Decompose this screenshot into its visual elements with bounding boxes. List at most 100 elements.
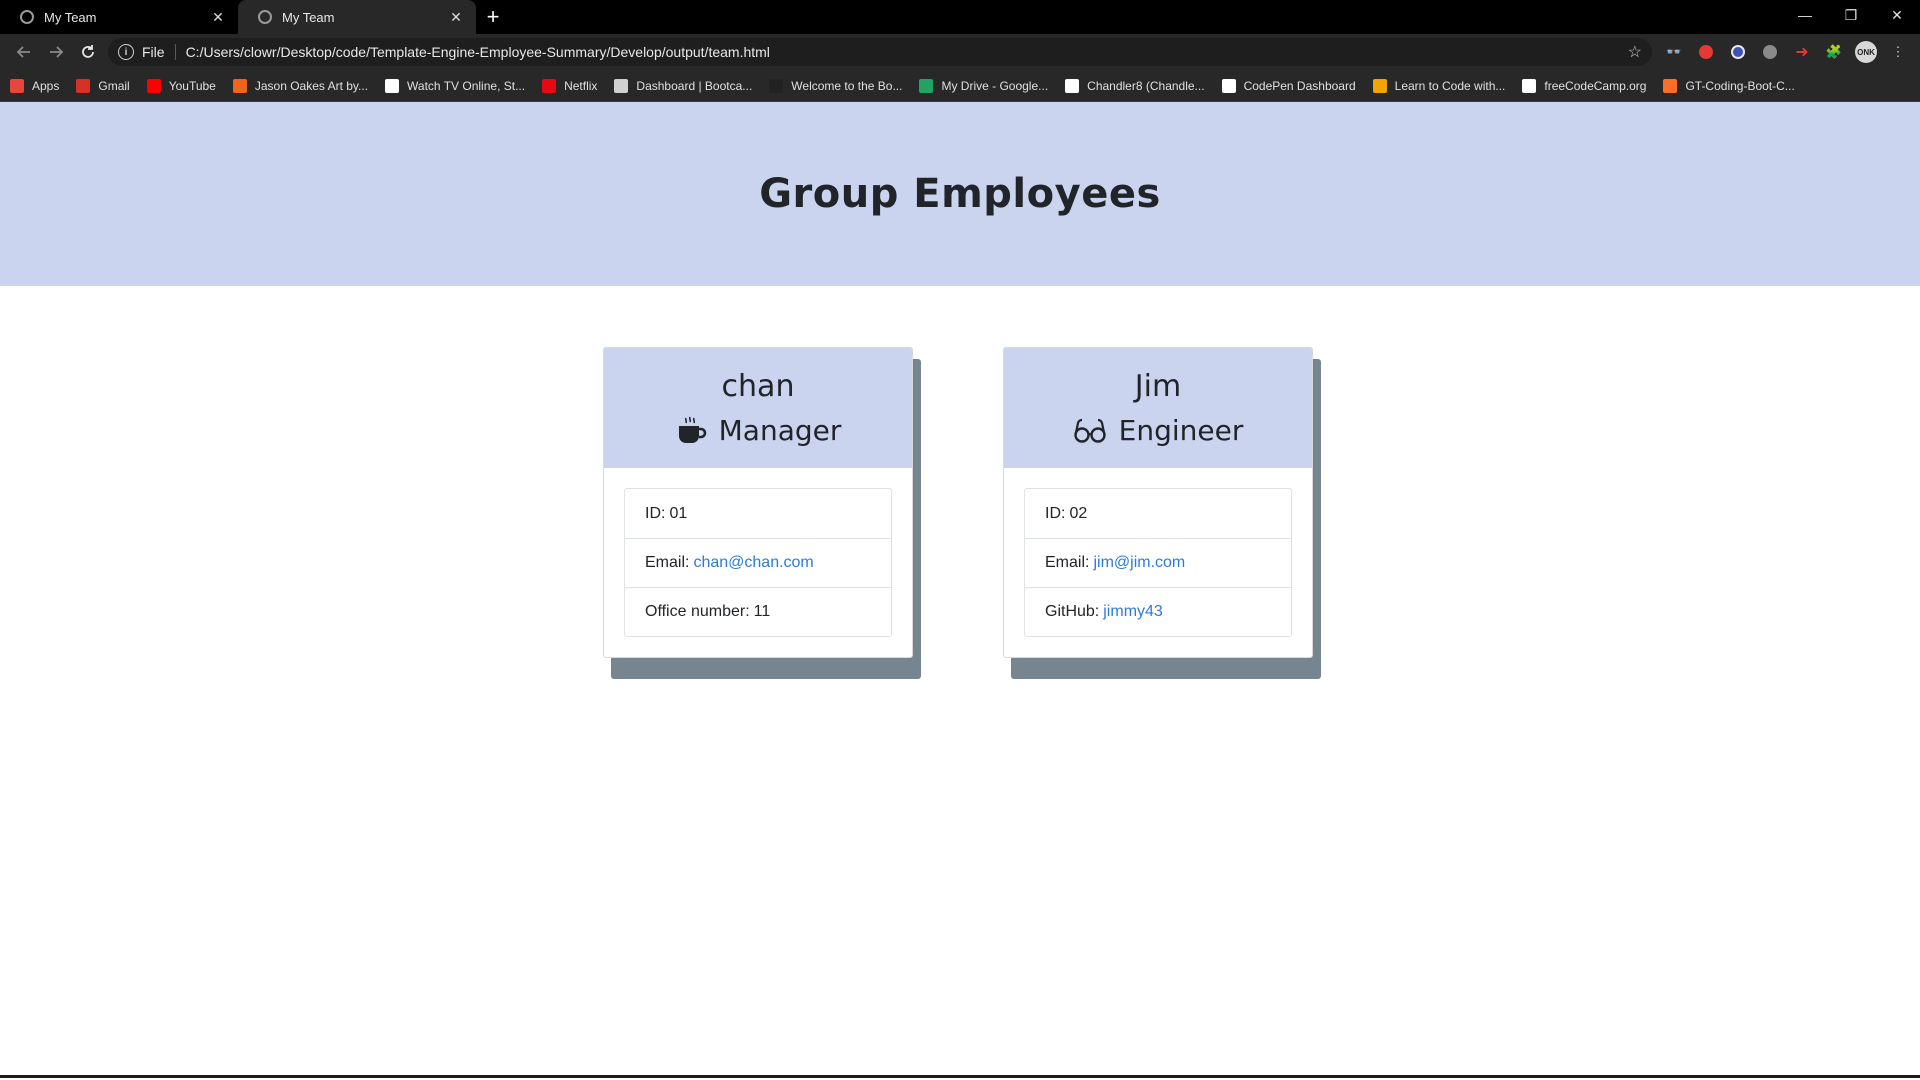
puzzle-icon[interactable]: 🧩 <box>1820 38 1848 66</box>
url-text[interactable]: C:/Users/clowr/Desktop/code/Template-Eng… <box>186 44 1628 60</box>
apps-grid-icon <box>10 78 24 93</box>
id-label: ID: <box>1045 504 1066 522</box>
card: chan Manager ID: 01 Email: chan@chan.com… <box>603 347 913 658</box>
email-label: Email: <box>645 554 690 571</box>
role-label: Engineer <box>1118 414 1244 447</box>
bookmark-item[interactable]: YouTube <box>146 78 216 93</box>
id-value: 02 <box>1069 504 1088 522</box>
bookmark-item[interactable]: Learn to Code with... <box>1372 78 1506 93</box>
info-icon[interactable]: i <box>118 44 134 60</box>
forward-button[interactable] <box>40 36 72 68</box>
profile-avatar[interactable]: ONK <box>1852 38 1880 66</box>
new-tab-button[interactable]: + <box>476 0 510 34</box>
github-label: GitHub: <box>1045 603 1100 620</box>
window-controls: — ❐ ✕ <box>1782 0 1920 34</box>
google-drive-icon <box>919 78 934 93</box>
close-tab-icon[interactable]: ✕ <box>210 9 226 26</box>
globe-icon <box>20 10 34 24</box>
freecodecamp-icon <box>1522 78 1537 93</box>
extensions-area: 👓 ➜ 🧩 ONK ⋮ <box>1660 38 1912 66</box>
tab-strip: My Team ✕ My Team ✕ + — ❐ ✕ <box>0 0 1920 34</box>
close-tab-icon[interactable]: ✕ <box>448 9 464 26</box>
browser-tab[interactable]: My Team ✕ <box>0 0 238 34</box>
bookmark-item[interactable]: Welcome to the Bo... <box>769 78 903 93</box>
arrow-extension-icon[interactable]: ➜ <box>1788 38 1816 66</box>
drive-extension-icon[interactable] <box>1756 38 1784 66</box>
github-icon <box>1065 78 1080 93</box>
bookmark-label: Learn to Code with... <box>1394 78 1506 93</box>
url-scheme: File <box>142 44 176 60</box>
email-label: Email: <box>1045 554 1090 571</box>
red-extension-icon[interactable] <box>1692 38 1720 66</box>
header-jumbotron: Group Employees <box>0 102 1920 286</box>
star-icon[interactable]: ☆ <box>1628 42 1642 62</box>
browser-toolbar: i File C:/Users/clowr/Desktop/code/Templ… <box>0 34 1920 70</box>
email-link[interactable]: chan@chan.com <box>693 554 813 572</box>
bookmark-label: Watch TV Online, St... <box>407 78 526 93</box>
blocker-extension-icon[interactable] <box>1724 38 1752 66</box>
close-window-icon[interactable]: ✕ <box>1874 0 1920 30</box>
bookmark-item[interactable]: CodePen Dashboard <box>1221 78 1356 93</box>
list-item-id: ID: 01 <box>625 489 891 538</box>
list-item-id: ID: 02 <box>1025 489 1291 538</box>
gmail-icon <box>76 78 91 93</box>
bookmark-label: Jason Oakes Art by... <box>254 78 369 93</box>
tab-title: My Team <box>44 9 97 25</box>
info-list: ID: 02 Email: jim@jim.com GitHub: jimmy4… <box>1024 488 1292 637</box>
list-item-email: Email: chan@chan.com <box>625 538 891 587</box>
bookmarks-bar: Apps Gmail YouTube Jason Oakes Art by... Wat… <box>0 70 1920 102</box>
bookmark-item[interactable]: My Drive - Google... <box>919 78 1048 93</box>
restore-icon[interactable]: ❐ <box>1828 0 1874 30</box>
bookmark-label: Welcome to the Bo... <box>791 78 903 93</box>
card-body: ID: 01 Email: chan@chan.com Office numbe… <box>604 468 912 657</box>
bookmark-label: CodePen Dashboard <box>1243 78 1356 93</box>
bookmark-item[interactable]: Chandler8 (Chandle... <box>1065 78 1205 93</box>
codepen-icon <box>1221 78 1236 93</box>
role-label: Manager <box>718 414 842 447</box>
bookmark-item[interactable]: freeCodeCamp.org <box>1522 78 1647 93</box>
github-link[interactable]: jimmy43 <box>1103 603 1163 621</box>
email-link[interactable]: jim@jim.com <box>1093 554 1185 572</box>
employee-role: Engineer <box>1073 414 1244 447</box>
card-header: Jim Engineer <box>1004 348 1312 468</box>
bookmark-item[interactable]: Jason Oakes Art by... <box>232 78 369 93</box>
bookmark-item[interactable]: Watch TV Online, St... <box>385 78 526 93</box>
gitlab-icon <box>1663 78 1678 93</box>
coffee-mug-icon <box>675 415 707 447</box>
office-value: 11 <box>753 603 771 620</box>
info-list: ID: 01 Email: chan@chan.com Office numbe… <box>624 488 892 637</box>
bookmark-item[interactable]: Dashboard | Bootca... <box>614 78 752 93</box>
page-title: Group Employees <box>759 171 1161 217</box>
minimize-icon[interactable]: — <box>1782 0 1828 30</box>
reload-icon <box>82 45 94 58</box>
address-bar[interactable]: i File C:/Users/clowr/Desktop/code/Templ… <box>108 38 1652 66</box>
id-value: 01 <box>669 504 688 522</box>
list-item-email: Email: jim@jim.com <box>1025 538 1291 587</box>
bookmark-item[interactable]: GT-Coding-Boot-C... <box>1663 78 1795 93</box>
etsy-icon <box>232 78 247 93</box>
browser-tab-active[interactable]: My Team ✕ <box>238 0 476 34</box>
card-header: chan Manager <box>604 348 912 468</box>
bookmark-item[interactable]: Netflix <box>542 78 597 93</box>
employee-cards: chan Manager ID: 01 Email: chan@chan.com… <box>0 347 1920 679</box>
back-button[interactable] <box>8 36 40 68</box>
glasses-extension-icon[interactable]: 👓 <box>1660 38 1688 66</box>
list-item-github: GitHub: jimmy43 <box>1025 587 1291 636</box>
page-content: Group Employees chan Manager ID: 01 Emai… <box>0 102 1920 1078</box>
card: Jim Engineer ID: 02 Email: jim@jim.com G… <box>1003 347 1313 658</box>
reload-button[interactable] <box>72 36 104 68</box>
bottom-border <box>0 1075 1920 1078</box>
x-icon <box>385 78 400 93</box>
code-icon <box>1372 78 1387 93</box>
book-icon <box>769 78 784 93</box>
bookmark-label: YouTube <box>168 78 216 93</box>
employee-name: chan <box>721 369 795 404</box>
bookmark-item[interactable]: Apps <box>10 78 59 93</box>
globe-icon <box>614 78 629 93</box>
youtube-icon <box>146 78 161 93</box>
list-item-office: Office number: 11 <box>625 587 891 636</box>
bookmark-label: freeCodeCamp.org <box>1544 78 1647 93</box>
bookmark-item[interactable]: Gmail <box>76 78 130 93</box>
office-label: Office number: <box>645 603 750 620</box>
menu-icon[interactable]: ⋮ <box>1884 38 1912 66</box>
